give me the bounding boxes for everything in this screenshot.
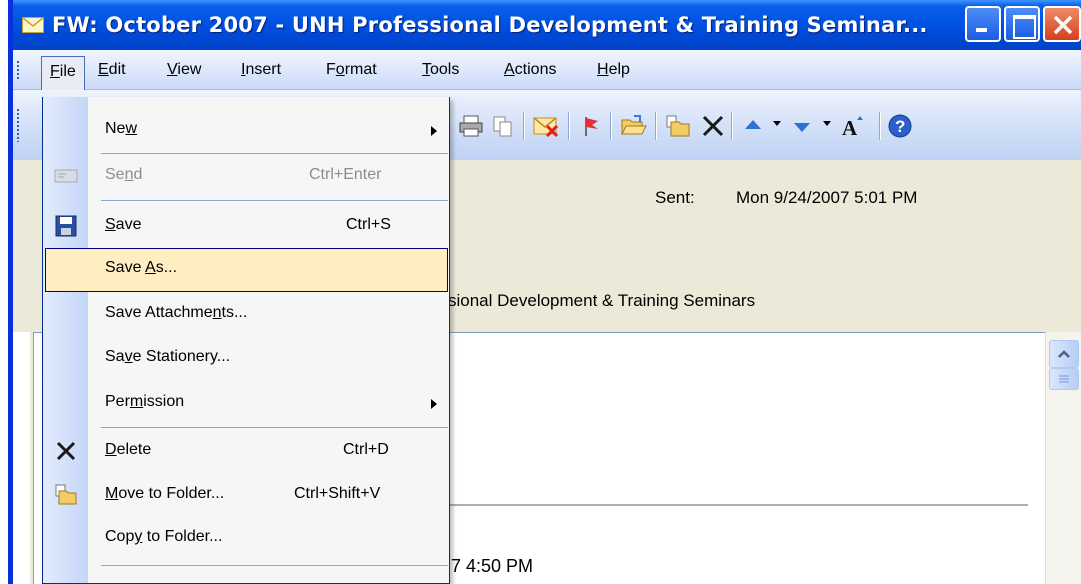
submenu-arrow-icon: [431, 126, 437, 136]
scroll-thumb[interactable]: [1049, 368, 1079, 390]
menu-item-permission[interactable]: Permission: [43, 382, 450, 426]
menu-item-label: Save Stationery...: [105, 348, 231, 365]
title-bar[interactable]: FW: October 2007 - UNH Professional Deve…: [8, 0, 1081, 50]
menu-separator: [101, 153, 448, 154]
open-folder-icon[interactable]: [620, 112, 648, 140]
help-icon[interactable]: ?: [886, 112, 914, 140]
close-button[interactable]: [1043, 6, 1081, 42]
maximize-button[interactable]: [1004, 6, 1040, 42]
flag-icon[interactable]: [578, 112, 606, 140]
window-title: FW: October 2007 - UNH Professional Deve…: [52, 13, 928, 37]
forward-divider: [444, 504, 1028, 506]
menu-item-label: Save Attachments...: [105, 304, 248, 321]
menu-item-send[interactable]: Send Ctrl+Enter: [43, 155, 450, 199]
toolbar-separator: [655, 112, 657, 140]
menu-format[interactable]: Format: [318, 59, 385, 83]
menu-item-label: Move to Folder...: [105, 485, 225, 502]
menu-help[interactable]: Help: [589, 59, 638, 83]
svg-text:A: A: [842, 116, 858, 138]
menu-item-label: Permission: [105, 393, 185, 410]
toolbar-separator: [879, 112, 881, 140]
menu-item-new[interactable]: New: [43, 109, 450, 153]
send-icon: [53, 163, 79, 189]
menu-view[interactable]: View: [159, 59, 209, 83]
minimize-button[interactable]: [965, 6, 1001, 42]
menu-file[interactable]: File: [41, 56, 85, 90]
menu-item-label: Copy to Folder...: [105, 528, 223, 545]
menu-item-save-as[interactable]: Save As...: [45, 248, 448, 292]
menu-item-delete[interactable]: Delete Ctrl+D: [43, 430, 450, 474]
delete-icon: [53, 438, 79, 464]
menu-shortcut: Ctrl+D: [343, 441, 389, 458]
menu-shortcut: Ctrl+Shift+V: [294, 485, 381, 502]
toolbar-separator: [523, 112, 525, 140]
move-to-folder-icon[interactable]: [664, 112, 692, 140]
menu-item-save[interactable]: Save Ctrl+S: [43, 205, 450, 249]
original-sent-time: 7 4:50 PM: [451, 556, 534, 576]
submenu-arrow-icon: [431, 399, 437, 409]
menu-item-label: Save As...: [105, 259, 178, 276]
vertical-scrollbar[interactable]: [1045, 332, 1081, 584]
menu-separator: [101, 565, 448, 566]
menu-separator: [101, 427, 448, 428]
toolbar-separator: [568, 112, 570, 140]
menu-actions[interactable]: Actions: [496, 59, 564, 83]
copy-icon[interactable]: [489, 112, 517, 140]
font-size-icon[interactable]: A: [839, 112, 867, 140]
menu-separator: [101, 200, 448, 201]
menu-item-label: Save: [105, 216, 142, 233]
menu-item-label: Delete: [105, 441, 152, 458]
menu-item-copy-to-folder[interactable]: Copy to Folder...: [43, 517, 450, 561]
next-item-icon[interactable]: [788, 112, 816, 140]
toolbar-separator: [731, 112, 733, 140]
menu-shortcut: Ctrl+Enter: [309, 166, 382, 183]
sent-value: Mon 9/24/2007 5:01 PM: [736, 188, 918, 207]
menu-tools[interactable]: Tools: [414, 59, 467, 83]
sent-label: Sent:: [655, 188, 695, 207]
outlook-message-window: FW: October 2007 - UNH Professional Deve…: [8, 0, 1081, 584]
previous-item-icon[interactable]: [739, 112, 767, 140]
menu-shortcut: Ctrl+S: [346, 216, 391, 233]
print-icon[interactable]: [457, 112, 485, 140]
next-item-dropdown[interactable]: [823, 121, 831, 126]
envelope-icon: [22, 17, 44, 33]
menu-item-save-stationery[interactable]: Save Stationery...: [43, 337, 450, 381]
previous-item-dropdown[interactable]: [773, 121, 781, 126]
svg-text:?: ?: [895, 117, 905, 136]
menu-item-save-attachments[interactable]: Save Attachments...: [43, 293, 450, 337]
toolbar-grip[interactable]: [16, 108, 20, 142]
toolbar-separator: [610, 112, 612, 140]
file-menu-dropdown: New Send Ctrl+Enter Save Ctrl+S Save As.…: [42, 97, 450, 584]
delete-icon[interactable]: [699, 112, 727, 140]
menu-insert[interactable]: Insert: [233, 59, 289, 83]
menu-edit[interactable]: Edit: [90, 59, 134, 83]
menu-item-label: New: [105, 120, 138, 137]
move-to-folder-icon: [53, 482, 79, 508]
menubar-grip[interactable]: [16, 60, 20, 80]
subject-value: sional Development & Training Seminars: [448, 291, 756, 310]
menu-bar: File Edit View Insert Format Tools Actio…: [13, 50, 1081, 90]
window-border: [8, 0, 13, 584]
menu-item-move-to-folder[interactable]: Move to Folder... Ctrl+Shift+V: [43, 474, 450, 518]
menu-item-label: Send: [105, 166, 143, 183]
scroll-up-button[interactable]: [1049, 340, 1079, 368]
save-icon: [53, 213, 79, 239]
mark-unread-icon[interactable]: [532, 112, 560, 140]
